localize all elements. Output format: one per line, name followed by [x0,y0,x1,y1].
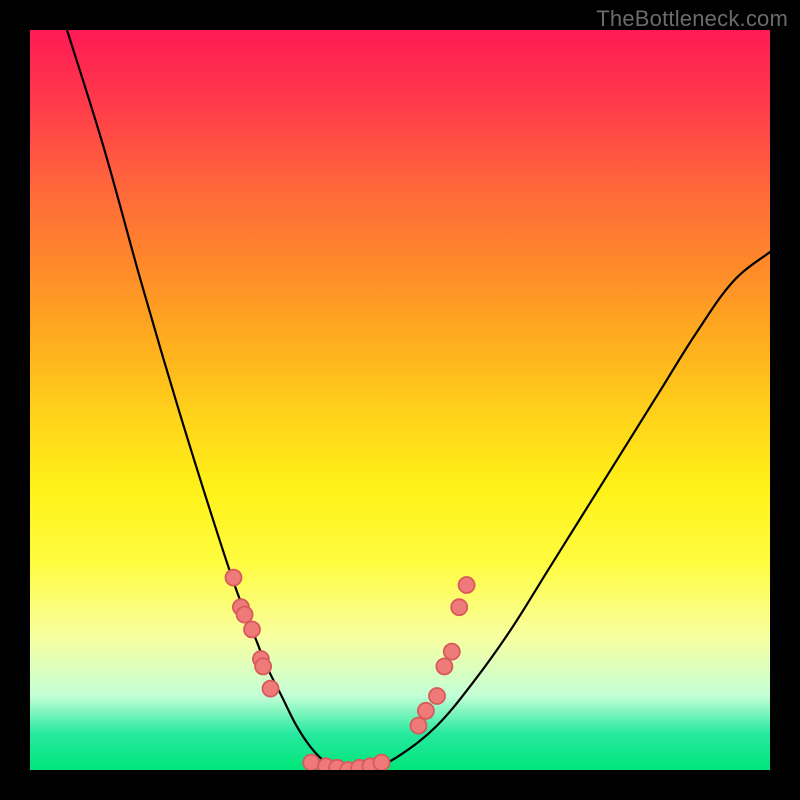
data-point [374,755,390,770]
data-point [255,658,271,674]
data-point [226,570,242,586]
watermark-text: TheBottleneck.com [596,6,788,32]
chart-frame: TheBottleneck.com [0,0,800,800]
data-point [411,718,427,734]
data-point [436,658,452,674]
bottleneck-curve [67,30,770,770]
data-point [303,755,319,770]
data-point [244,621,260,637]
data-point [429,688,445,704]
chart-svg [30,30,770,770]
data-point [444,644,460,660]
data-points [226,570,475,770]
data-point [459,577,475,593]
data-point [418,703,434,719]
plot-area [30,30,770,770]
data-point [263,681,279,697]
data-point [451,599,467,615]
data-point [237,607,253,623]
